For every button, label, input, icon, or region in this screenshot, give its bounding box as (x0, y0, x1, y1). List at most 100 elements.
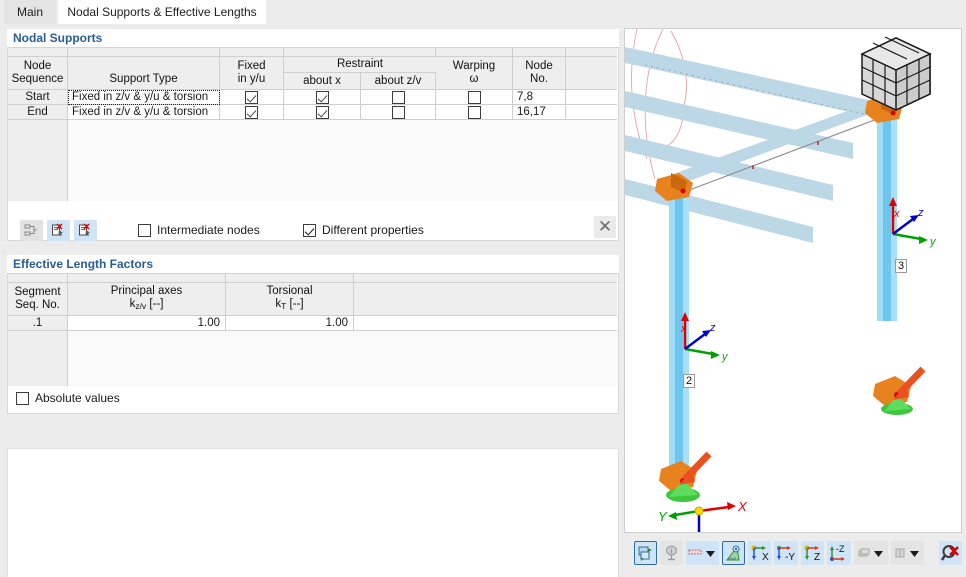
effective-lengths-section-header: Effective Length Factors (7, 255, 619, 274)
render-mode-button[interactable] (634, 541, 657, 565)
nodal-grid-empty-area (8, 120, 618, 201)
row-end-fixed-in-yu[interactable] (220, 105, 284, 120)
delete-support-button[interactable] (47, 220, 70, 241)
checkbox-restraint-about-zv-icon[interactable] (392, 106, 405, 119)
checkbox-different-properties-icon[interactable] (303, 224, 316, 237)
checkbox-fixed-in-yu-icon[interactable] (245, 106, 258, 119)
el-empty-rowhdr-col (8, 331, 68, 386)
tab-main[interactable]: Main (4, 0, 56, 24)
nodal-supports-section-header: Nodal Supports (7, 29, 619, 48)
row-end-warping[interactable] (436, 105, 513, 120)
model-3d-scene (625, 29, 961, 532)
header-node-no[interactable]: Node No. (513, 57, 566, 90)
header-principal-axes-label: Principal axes (111, 285, 183, 298)
checkbox-absolute-values-icon[interactable] (16, 392, 29, 405)
row-segment-1-seq[interactable]: .1 (8, 316, 68, 331)
layers-dropdown[interactable] (854, 541, 887, 565)
row-end-node-no-label: 16,17 (517, 106, 546, 118)
chevron-down-icon (706, 551, 715, 557)
checkbox-fixed-in-yu-icon[interactable] (245, 91, 258, 104)
row-end-restraint-about-x[interactable] (284, 105, 361, 120)
table-row[interactable]: Start Fixed in z/v & y/u & torsion (8, 90, 618, 105)
header-segment-seq-no[interactable]: Segment Seq. No. (8, 283, 68, 316)
el-strip-seq (8, 274, 68, 283)
tab-main-label: Main (17, 5, 43, 19)
strip-tail (566, 48, 617, 57)
clear-nodal-supports-button[interactable]: ✕ (594, 216, 616, 238)
row-end-node-no[interactable]: 16,17 (513, 105, 566, 120)
strip-seq (8, 48, 68, 57)
view-minus-y-button[interactable]: -Y (774, 541, 798, 565)
el-header-tail (354, 283, 617, 316)
row-start-node-no-label: 7,8 (517, 91, 533, 103)
intermediate-nodes-row[interactable]: Intermediate nodes (138, 223, 260, 237)
nodal-support-bottom-right (873, 369, 923, 415)
table-row[interactable]: End Fixed in z/v & y/u & torsion (8, 105, 618, 120)
row-end-seq[interactable]: End (8, 105, 68, 120)
row-start-restraint-about-zv[interactable] (361, 90, 436, 105)
strip-node-no (513, 48, 566, 57)
header-principal-axes[interactable]: Principal axes kz/v [--] (68, 283, 226, 316)
edit-support-button[interactable] (20, 220, 43, 241)
row-segment-1-kzv[interactable]: 1.00 (68, 316, 226, 331)
checkbox-warping-icon[interactable] (468, 91, 481, 104)
intermediate-nodes-label: Intermediate nodes (157, 223, 260, 237)
zoom-reset-button[interactable] (939, 541, 962, 565)
checkbox-restraint-about-zv-icon[interactable] (392, 91, 405, 104)
member-label-2[interactable]: 2 (683, 374, 695, 388)
viewport-toolbar: i (624, 537, 962, 569)
close-icon: ✕ (598, 217, 612, 237)
row-start-seq[interactable]: Start (8, 90, 68, 105)
member-label-3[interactable]: 3 (895, 259, 907, 273)
header-torsional-unit: kT [--] (275, 298, 303, 313)
header-segment-l1: Segment (14, 286, 60, 299)
checkbox-warping-icon[interactable] (468, 106, 481, 119)
checkbox-restraint-about-x-icon[interactable] (316, 91, 329, 104)
bottom-detail-panel (7, 448, 619, 577)
row-start-fixed-in-yu[interactable] (220, 90, 284, 105)
objects-dropdown[interactable] (891, 541, 924, 565)
header-restraint-about-zv[interactable]: about z/v (361, 73, 436, 90)
info-button[interactable]: i (660, 541, 683, 565)
row-end-support-type[interactable]: Fixed in z/v & y/u & torsion (68, 105, 220, 120)
view-z-button[interactable]: Z (801, 541, 824, 565)
tab-nodal-supports-effective-lengths[interactable]: Nodal Supports & Effective Lengths (58, 0, 266, 24)
row-end-support-type-label: Fixed in z/v & y/u & torsion (72, 106, 208, 118)
view-z-icon: Z (803, 545, 823, 562)
view-minus-z-icon: -Z (828, 545, 850, 562)
row-start-support-type-label: Fixed in z/v & y/u & torsion (72, 91, 208, 103)
row-segment-1-kt[interactable]: 1.00 (226, 316, 354, 331)
checkbox-restraint-about-x-icon[interactable] (316, 106, 329, 119)
header-restraint-about-x[interactable]: about x (284, 73, 361, 90)
header-fixed-in-yu[interactable]: Fixed in y/u (220, 57, 284, 90)
header-torsional[interactable]: Torsional kT [--] (226, 283, 354, 316)
measure-button[interactable] (722, 541, 745, 565)
row-start-support-type[interactable]: Fixed in z/v & y/u & torsion (68, 90, 220, 105)
display-properties-dropdown[interactable] (686, 541, 719, 565)
view-x-icon: X (750, 545, 770, 562)
render-mode-icon (637, 545, 654, 562)
local-axis-y-label-left: y (722, 351, 728, 363)
el-strip-tail (354, 274, 617, 283)
row-end-restraint-about-zv[interactable] (361, 105, 436, 120)
row-start-warping[interactable] (436, 90, 513, 105)
view-x-button[interactable]: X (748, 541, 771, 565)
header-support-type[interactable]: Support Type (68, 57, 220, 90)
header-warping[interactable]: Warping ω (436, 57, 513, 90)
delete-all-supports-button[interactable] (74, 220, 97, 241)
row-start-node-no[interactable]: 7,8 (513, 90, 566, 105)
row-start-seq-label: Start (25, 91, 49, 103)
effective-lengths-title: Effective Length Factors (13, 257, 153, 271)
row-start-restraint-about-x[interactable] (284, 90, 361, 105)
header-node-no-l2: No. (530, 73, 548, 86)
local-axis-x-label-right: x (894, 208, 900, 220)
view-minus-z-button[interactable]: -Z (827, 541, 851, 565)
header-kzv-sub: z/v (135, 301, 146, 311)
header-node-sequence[interactable]: Node Sequence (8, 57, 68, 90)
table-row[interactable]: .1 1.00 1.00 (8, 316, 618, 331)
absolute-values-row[interactable]: Absolute values (16, 391, 120, 405)
checkbox-intermediate-nodes-icon[interactable] (138, 224, 151, 237)
model-viewport-3d[interactable]: x y z x y z X Y Z 3 2 (624, 28, 962, 533)
header-tail (566, 57, 617, 90)
different-properties-row[interactable]: Different properties (303, 223, 424, 237)
